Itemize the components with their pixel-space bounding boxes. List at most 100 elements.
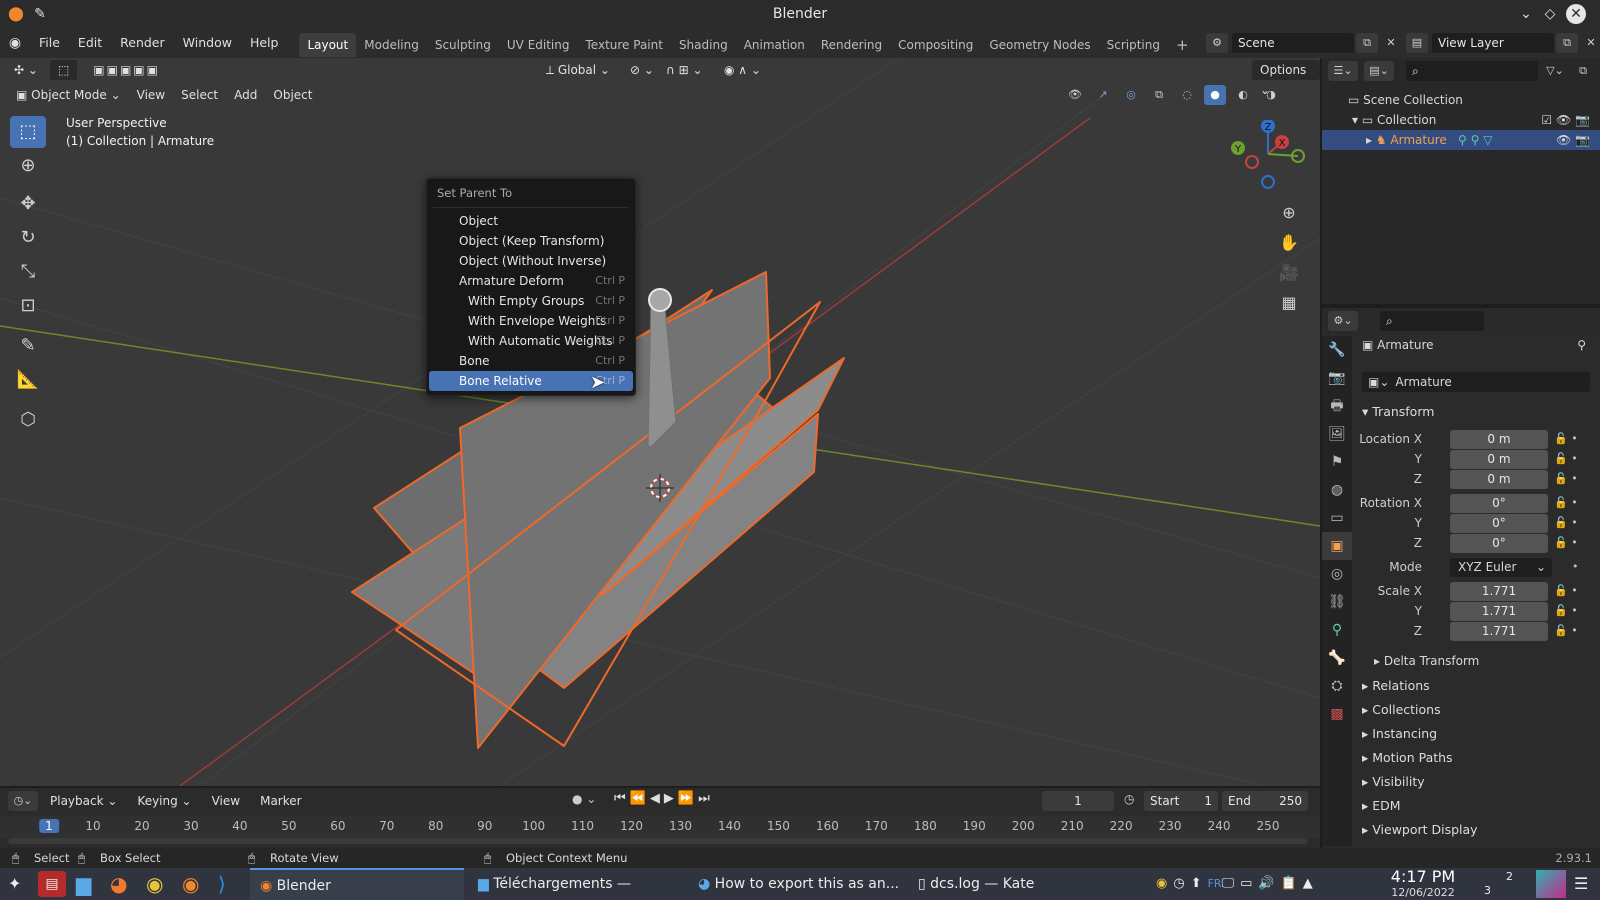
lock-icon[interactable]: 🔓 •	[1554, 516, 1578, 529]
menu-view[interactable]: View	[129, 85, 173, 105]
transform-panel-header[interactable]: ▾ Transform	[1362, 404, 1434, 419]
navigation-gizmo[interactable]: Z X Y	[1228, 120, 1308, 200]
expand-arrow-icon[interactable]: ▾	[1352, 113, 1362, 127]
task-browser[interactable]: ◕ How to export this as an...🔊	[690, 868, 910, 900]
clock-icon[interactable]: ◷	[1124, 792, 1134, 806]
menu-item-bone[interactable]: Bone Ctrl P	[429, 351, 633, 371]
menu-item-with-envelope-weights[interactable]: With Envelope Weights Ctrl P	[429, 311, 633, 331]
view-layer-field[interactable]: View Layer	[1432, 33, 1554, 53]
tab-sculpting[interactable]: Sculpting	[427, 33, 499, 57]
lock-icon[interactable]: 🔓 •	[1554, 604, 1578, 617]
keyframe-dot-icon[interactable]: •	[1572, 560, 1579, 573]
task-kate[interactable]: ▯ dcs.log — Kate	[910, 868, 1110, 900]
scene-icon[interactable]: ⚙	[1206, 33, 1228, 53]
vscode-app-icon[interactable]: ⟩	[218, 868, 226, 900]
lock-icon[interactable]: 🔓 •	[1554, 536, 1578, 549]
tab-rendering[interactable]: Rendering	[813, 33, 890, 57]
virtual-desktops[interactable]: 2 3	[1476, 870, 1526, 898]
overlays-icon[interactable]: ◎	[1120, 85, 1142, 105]
timeline-scrollbar[interactable]	[8, 838, 1308, 844]
timeline-editor-icon[interactable]: ◷⌄	[8, 791, 38, 811]
close-window-button[interactable]: ✕	[1566, 4, 1586, 24]
outliner-editor-icon[interactable]: ☰⌄	[1328, 61, 1358, 81]
menu-window[interactable]: Window	[174, 28, 241, 58]
scale-y-field[interactable]: 1.771	[1450, 602, 1548, 621]
location-y-field[interactable]: 0 m	[1450, 450, 1548, 469]
tab-uv-editing[interactable]: UV Editing	[499, 33, 578, 57]
location-x-field[interactable]: 0 m	[1450, 430, 1548, 449]
media-tray-icon[interactable]: ◷	[1173, 876, 1190, 891]
properties-search-input[interactable]: ⌕	[1380, 311, 1484, 331]
next-keyframe-icon[interactable]: ⏩	[678, 791, 698, 806]
outliner-search-input[interactable]: ⌕	[1406, 61, 1538, 81]
display-tray-icon[interactable]: 🖵	[1222, 876, 1241, 891]
transform-tool-icon[interactable]: ⊡	[10, 290, 46, 322]
pan-hand-icon[interactable]: ✋	[1276, 228, 1302, 258]
add-workspace-icon[interactable]: +	[1168, 33, 1197, 57]
orientation-dropdown[interactable]: ⟂ Global ⌄	[538, 60, 618, 80]
xray-icon[interactable]: ⧉	[1148, 85, 1170, 105]
firefox-app-icon[interactable]: ◕	[110, 868, 127, 900]
menu-keying[interactable]: Keying ⌄	[129, 791, 199, 811]
3d-viewport[interactable]: ✣ ⌄ ⬚ ▣▣▣▣▣ ⟂ Global ⌄ ⊘ ⌄ ∩ ⊞ ⌄ ◉ ∧ ⌄ O…	[0, 58, 1320, 786]
panel-instancing[interactable]: ▸ Instancing	[1362, 726, 1437, 741]
delete-view-layer-icon[interactable]: ✕	[1580, 33, 1600, 53]
end-frame-field[interactable]: End 250	[1222, 791, 1308, 811]
pin-icon[interactable]: ⚲	[1577, 338, 1586, 352]
tab-compositing[interactable]: Compositing	[890, 33, 981, 57]
start-frame-field[interactable]: Start 1	[1144, 791, 1218, 811]
update-tray-icon[interactable]: ⬆	[1191, 876, 1208, 891]
options-dropdown[interactable]: Options ⌄	[1252, 60, 1320, 97]
menu-render[interactable]: Render	[111, 28, 174, 58]
snap-icon[interactable]: ∩ ⊞ ⌄	[658, 60, 711, 80]
material-shading-icon[interactable]: ◐	[1232, 85, 1254, 105]
tab-shading[interactable]: Shading	[671, 33, 736, 57]
terminal-app-icon[interactable]: ▤	[38, 871, 66, 897]
menu-add[interactable]: Add	[226, 85, 265, 105]
panel-viewport-display[interactable]: ▸ Viewport Display	[1362, 822, 1478, 837]
texture-tab-icon[interactable]: ▩	[1322, 700, 1352, 728]
current-frame-marker[interactable]: 1	[39, 819, 59, 833]
new-collection-icon[interactable]: ⧉	[1572, 61, 1594, 81]
eye-icon[interactable]: 👁	[1556, 113, 1571, 127]
checkbox-icon[interactable]: ☑	[1541, 113, 1552, 127]
menu-item-object-without-inverse[interactable]: Object (Without Inverse)	[429, 251, 633, 271]
new-scene-icon[interactable]: ⧉	[1356, 33, 1378, 53]
rotation-x-field[interactable]: 0°	[1450, 494, 1548, 513]
clock[interactable]: 4:17 PM 12/06/2022	[1388, 868, 1458, 900]
select-tool-icon[interactable]: ⬚	[49, 60, 78, 80]
location-z-field[interactable]: 0 m	[1450, 470, 1548, 489]
outliner-row-armature[interactable]: ▸ ♞ Armature ⚲ ⚲ ▽ 👁 📷	[1322, 130, 1600, 150]
maximize-button[interactable]: ◇	[1540, 4, 1560, 24]
scale-z-field[interactable]: 1.771	[1450, 622, 1548, 641]
clipboard-icon[interactable]: 📋	[1281, 876, 1303, 891]
menu-help[interactable]: Help	[241, 28, 288, 58]
delete-scene-icon[interactable]: ✕	[1380, 33, 1402, 53]
tab-layout[interactable]: Layout	[299, 32, 357, 57]
task-blender[interactable]: ◉ Blender	[250, 868, 464, 900]
wireframe-shading-icon[interactable]: ◌	[1176, 85, 1198, 105]
object-mode-dropdown[interactable]: ▣ Object Mode ⌄	[8, 85, 129, 105]
battery-icon[interactable]: ▭	[1240, 876, 1258, 891]
outliner-row-collection[interactable]: ▾ ▭ Collection ☑ 👁 📷	[1322, 110, 1600, 130]
select-box-tool-icon[interactable]: ⬚	[10, 116, 46, 148]
menu-edit[interactable]: Edit	[69, 28, 111, 58]
measure-tool-icon[interactable]: 📐	[10, 364, 46, 396]
panel-relations[interactable]: ▸ Relations	[1362, 678, 1430, 693]
expand-arrow-icon[interactable]: ▸	[1366, 133, 1376, 147]
menu-select[interactable]: Select	[173, 85, 226, 105]
lock-icon[interactable]: 🔓 •	[1554, 432, 1578, 445]
menu-marker[interactable]: Marker	[252, 791, 309, 811]
menu-item-armature-deform[interactable]: Armature Deform Ctrl P	[429, 271, 633, 291]
tab-geometry-nodes[interactable]: Geometry Nodes	[981, 33, 1098, 57]
menu-object[interactable]: Object	[265, 85, 320, 105]
object-type-icon[interactable]: ▣⌄	[1362, 375, 1395, 389]
menu-playback[interactable]: Playback ⌄	[42, 791, 125, 811]
task-dolphin[interactable]: ▆ Téléchargements — Dolphin	[470, 868, 680, 900]
menu-item-object-keep-transform[interactable]: Object (Keep Transform)	[429, 231, 633, 251]
tab-texture-paint[interactable]: Texture Paint	[578, 33, 671, 57]
rotation-y-field[interactable]: 0°	[1450, 514, 1548, 533]
view-layer-icon[interactable]: ▤	[1406, 33, 1428, 53]
app-launcher-icon[interactable]: ✦	[8, 868, 21, 900]
menu-item-with-automatic-weights[interactable]: With Automatic Weights Ctrl P	[429, 331, 633, 351]
